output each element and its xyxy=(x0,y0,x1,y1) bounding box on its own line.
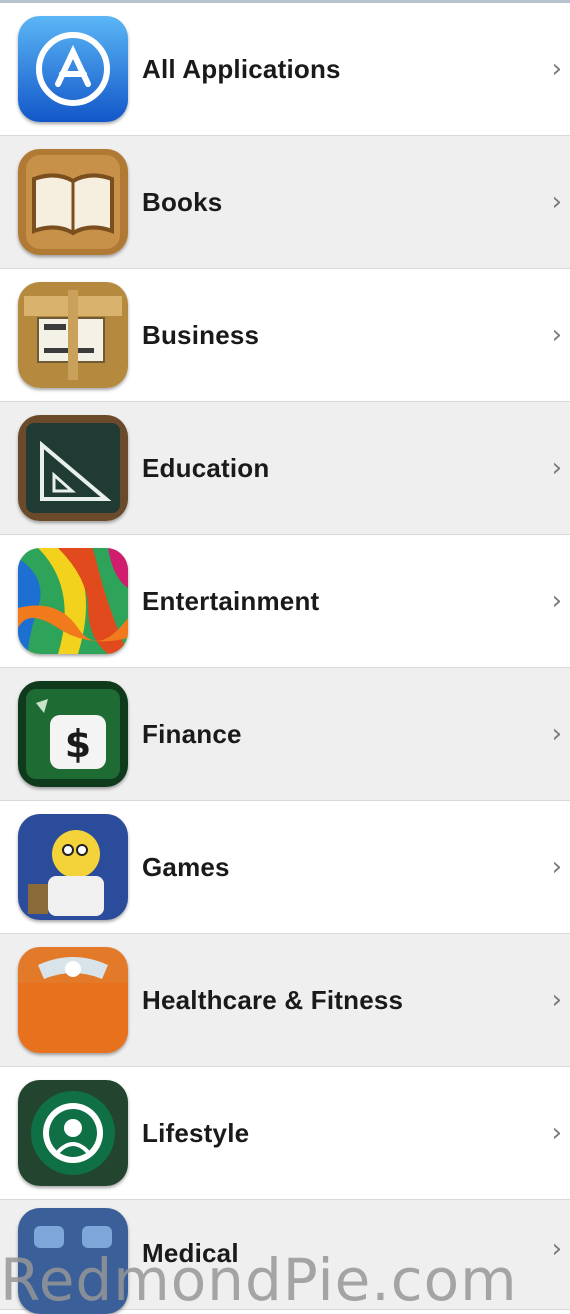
category-row-lifestyle[interactable]: Lifestyle › xyxy=(0,1067,570,1200)
category-row-books[interactable]: Books › xyxy=(0,136,570,269)
category-row-games[interactable]: Games › xyxy=(0,801,570,934)
category-label: Books xyxy=(142,186,223,217)
category-row-entertainment[interactable]: Entertainment › xyxy=(0,535,570,668)
category-list: All Applications › Books › Business › Ed… xyxy=(0,0,570,1314)
category-label: Education xyxy=(142,452,270,483)
business-icon xyxy=(18,282,128,388)
chevron-right-icon: › xyxy=(551,187,562,217)
category-row-healthcare-fitness[interactable]: Healthcare & Fitness › xyxy=(0,934,570,1067)
chevron-right-icon: › xyxy=(551,320,562,350)
category-label: Finance xyxy=(142,718,242,749)
chevron-right-icon: › xyxy=(551,852,562,882)
finance-icon: $ xyxy=(18,681,128,787)
category-row-education[interactable]: Education › xyxy=(0,402,570,535)
category-label: Games xyxy=(142,851,230,882)
chevron-right-icon: › xyxy=(551,1118,562,1148)
chevron-right-icon: › xyxy=(551,453,562,483)
category-row-business[interactable]: Business › xyxy=(0,269,570,402)
games-icon xyxy=(18,814,128,920)
watermark: RedmondPie.com xyxy=(0,1246,518,1314)
category-label: Business xyxy=(142,319,260,350)
chevron-right-icon: › xyxy=(551,719,562,749)
chevron-right-icon: › xyxy=(551,985,562,1015)
category-row-all-applications[interactable]: All Applications › xyxy=(0,3,570,136)
category-label: All Applications xyxy=(142,53,341,84)
lifestyle-icon xyxy=(18,1080,128,1186)
category-row-finance[interactable]: $ Finance › xyxy=(0,668,570,801)
books-icon xyxy=(18,149,128,255)
app-store-icon xyxy=(18,16,128,122)
chevron-right-icon: › xyxy=(551,54,562,84)
category-label: Healthcare & Fitness xyxy=(142,984,404,1015)
svg-text:$: $ xyxy=(65,722,91,766)
category-label: Entertainment xyxy=(142,585,320,616)
chevron-right-icon: › xyxy=(551,586,562,616)
education-icon xyxy=(18,415,128,521)
healthcare-fitness-icon xyxy=(18,947,128,1053)
entertainment-icon xyxy=(18,548,128,654)
category-label: Lifestyle xyxy=(142,1117,250,1148)
